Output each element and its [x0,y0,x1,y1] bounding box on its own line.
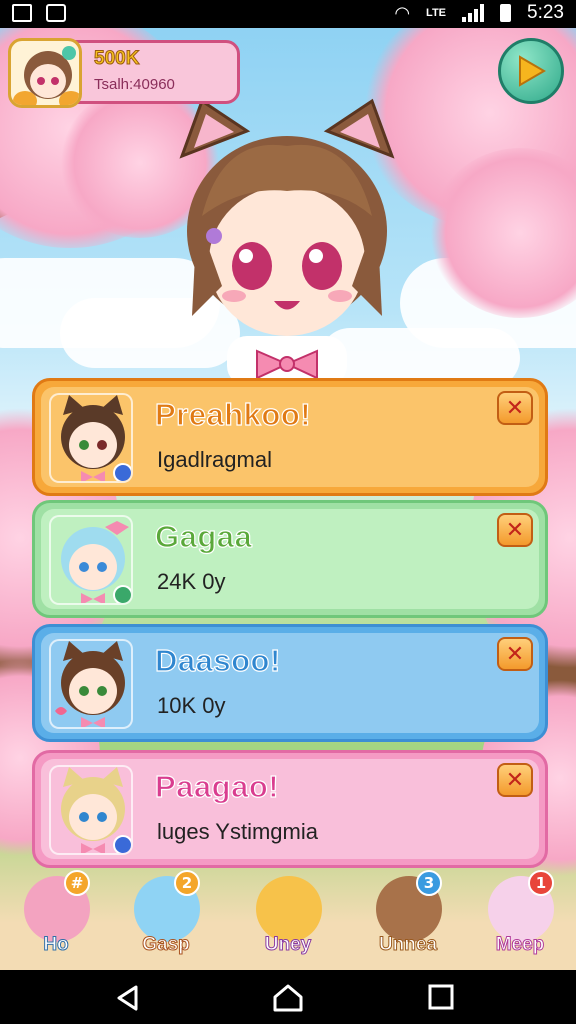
download-icon [46,4,66,22]
nav-label: Gasp [142,934,191,956]
close-button[interactable]: ✕ [497,513,533,547]
notification-title: Paagao! [154,768,280,804]
close-button[interactable]: ✕ [497,391,533,425]
photo-icon [12,4,32,22]
nav-item-uney[interactable]: Uney [238,870,338,966]
status-bar: ◠ LTE 5:23 [0,0,576,28]
nav-badge: 3 [416,870,442,896]
nav-label: Unnea [378,934,438,956]
notification-card[interactable]: Preahkoo! Igadlragmal ✕ [32,378,548,496]
close-icon: ✕ [505,641,525,667]
notification-card[interactable]: Gagaa 24K 0y ✕ [32,500,548,618]
bottom-nav: # Ho 2 Gasp Uney 3 Unnea 1 Meep [0,868,576,970]
battery-icon [500,4,512,22]
notification-subtitle: luges Ystimgmia [157,819,318,844]
player-id: Tsalh:40960 [94,76,175,93]
notification-card[interactable]: Daasoo! 10K 0y ✕ [32,624,548,742]
hero-character[interactable] [162,96,412,386]
wifi-icon: ◠ [394,2,411,23]
player-avatar-icon [13,46,79,105]
nav-item-meep[interactable]: 1 Meep [470,870,570,966]
close-button[interactable]: ✕ [497,637,533,671]
notification-avatar [49,393,133,483]
signal-icon [462,4,485,22]
home-icon[interactable] [272,984,304,1012]
notification-avatar [49,515,133,605]
nav-item-ho[interactable]: # Ho [6,870,106,966]
nav-label: Meep [495,934,545,956]
nav-label: Ho [43,934,69,956]
play-triangle-icon [519,55,546,87]
player-coins: 500K [93,48,140,70]
close-icon: ✕ [505,517,525,543]
notification-avatar [49,765,133,855]
recents-icon[interactable] [428,984,454,1010]
notification-card[interactable]: Paagao! luges Ystimgmia ✕ [32,750,548,868]
close-button[interactable]: ✕ [497,763,533,797]
player-avatar[interactable] [8,38,82,108]
notification-subtitle: 24K 0y [157,569,226,594]
notification-avatar [49,639,133,729]
nav-item-gasp[interactable]: 2 Gasp [116,870,216,966]
notification-title: Preahkoo! [154,396,312,432]
play-button[interactable] [498,38,564,104]
nav-label: Uney [264,934,312,956]
back-icon[interactable] [114,984,142,1012]
network-label: LTE [426,7,447,19]
nav-badge: 2 [174,870,200,896]
notification-subtitle: 10K 0y [157,693,226,718]
clock: 5:23 [527,2,564,23]
player-profile-card[interactable]: 500K Tsalh:40960 [8,38,240,108]
notification-title: Daasoo! [154,642,281,678]
system-nav-bar [0,970,576,1024]
close-icon: ✕ [505,395,525,421]
nav-item-unnea[interactable]: 3 Unnea [358,870,458,966]
nav-badge: # [64,870,90,896]
notification-subtitle: Igadlragmal [157,447,272,472]
dog-icon [256,876,322,942]
close-icon: ✕ [505,767,525,793]
nav-badge: 1 [528,870,554,896]
notification-title: Gagaa [154,518,253,554]
